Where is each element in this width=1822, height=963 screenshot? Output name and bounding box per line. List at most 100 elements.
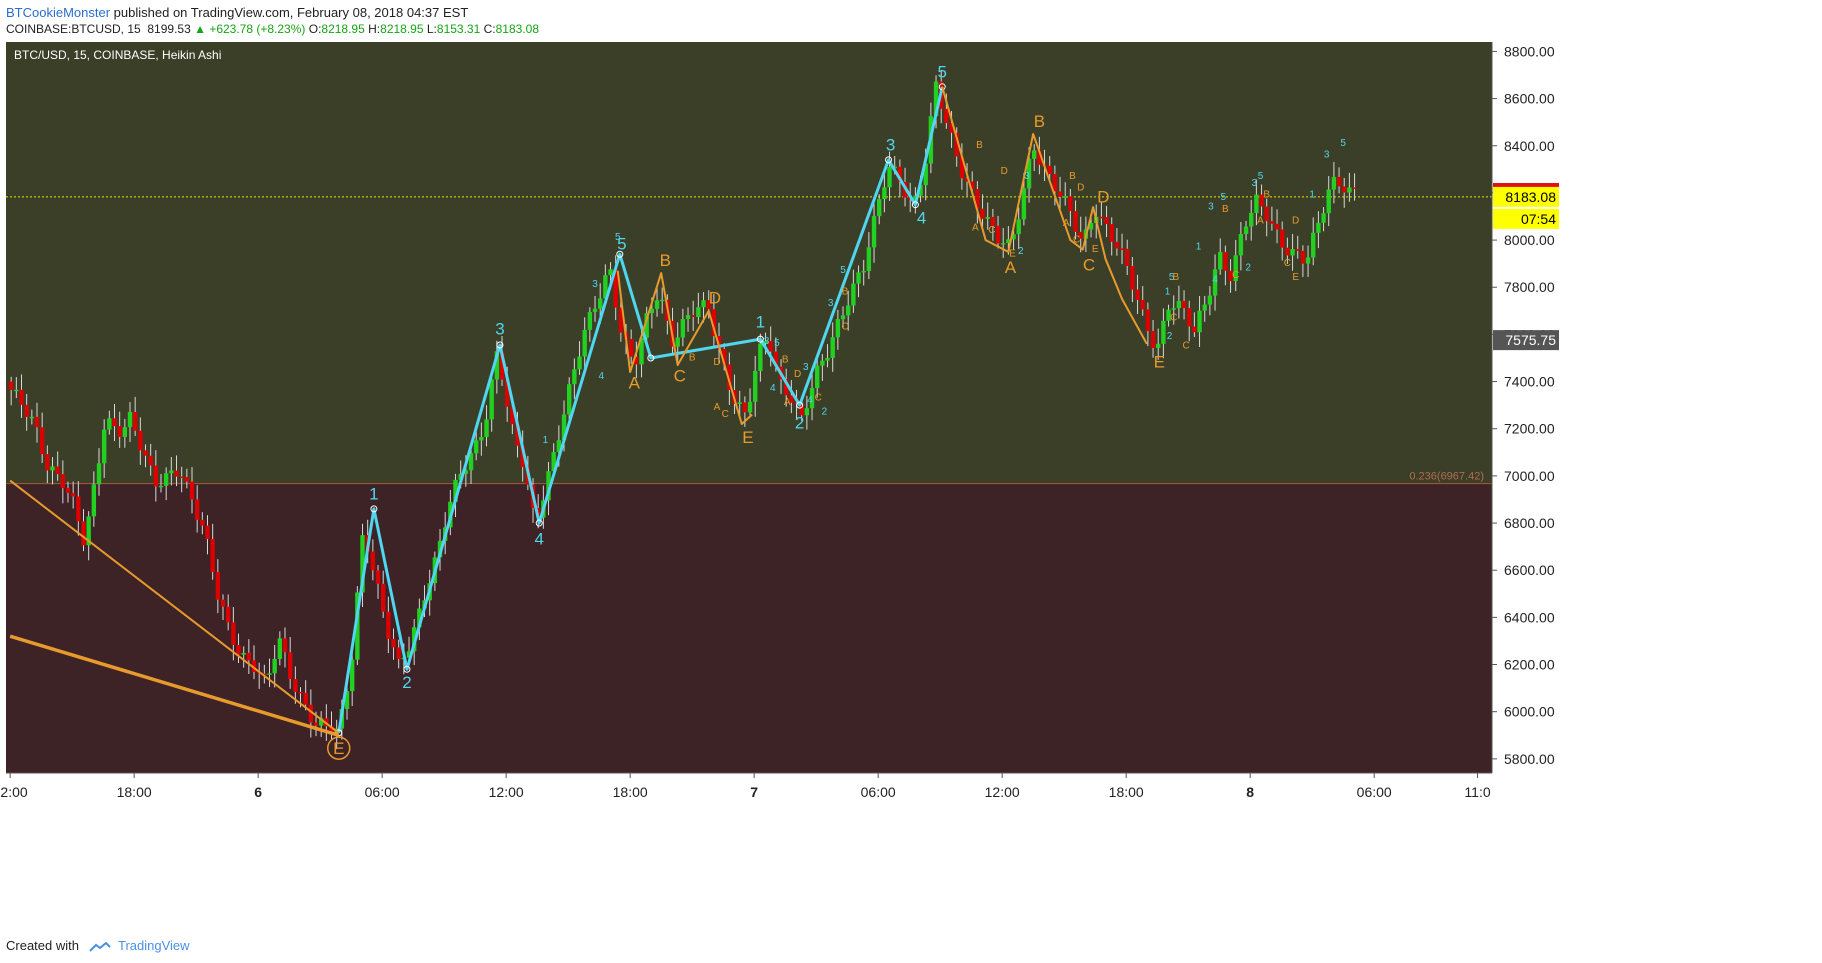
- candle-up: [1161, 320, 1166, 344]
- wave-label: 1: [756, 312, 765, 331]
- candle-up: [1238, 234, 1244, 256]
- wave-label: A: [714, 402, 721, 413]
- wave-label: B: [976, 140, 983, 151]
- candle-up: [675, 337, 680, 347]
- price-change: ▲ +623.78 (+8.23%): [194, 22, 306, 36]
- candle-down: [287, 652, 293, 680]
- candle-down: [1181, 300, 1187, 309]
- candle-down: [313, 722, 319, 726]
- wave-label: 3: [592, 279, 598, 290]
- candle-up: [50, 466, 55, 471]
- candle-down: [1130, 265, 1135, 290]
- candle-up: [871, 216, 877, 248]
- candle-down: [1140, 299, 1145, 310]
- wave-label: C: [674, 367, 686, 386]
- wave-label: B: [842, 286, 849, 297]
- candle-up: [861, 270, 866, 273]
- candle-down: [1223, 251, 1228, 271]
- candle-up: [835, 319, 841, 338]
- candle-down: [70, 492, 76, 497]
- wave-label: 1: [1196, 242, 1202, 253]
- wave-label: 3: [828, 298, 834, 309]
- open-label: O:: [308, 22, 322, 36]
- wave-label: D: [1077, 183, 1084, 194]
- fib-level-label: 0.236(6967.42): [1409, 471, 1484, 483]
- candle-down: [189, 481, 195, 500]
- candle-down: [117, 426, 122, 437]
- wave-label: A: [1005, 258, 1017, 277]
- candle-down: [293, 679, 298, 692]
- candle-down: [184, 477, 190, 482]
- x-tick-label: 06:00: [365, 784, 400, 800]
- candle-up: [127, 411, 133, 428]
- wave-label: 5: [840, 265, 846, 276]
- candle-up: [169, 470, 174, 474]
- candle-up: [241, 652, 246, 655]
- y-tick-label: 8600.00: [1504, 91, 1555, 107]
- candle-up: [473, 440, 479, 454]
- candle-up: [592, 308, 598, 313]
- y-tick-label: 6600.00: [1504, 562, 1555, 578]
- candle-up: [91, 484, 97, 517]
- price-label: 8183.08: [1505, 189, 1556, 205]
- wave-label: 5: [1258, 171, 1264, 182]
- price-chart[interactable]: 0.236(6967.42) 1234512345ABCDEEBADCE1345…: [0, 42, 1822, 938]
- wave-label: 4: [1212, 275, 1218, 286]
- x-tick-label: 12:00: [0, 784, 28, 800]
- candle-down: [1336, 176, 1342, 187]
- tradingview-link[interactable]: TradingView: [118, 938, 190, 953]
- y-tick-label: 7200.00: [1504, 421, 1555, 437]
- candle-down: [153, 465, 159, 487]
- candle-up: [107, 418, 112, 430]
- candle-up: [1171, 308, 1176, 310]
- candle-down: [1280, 229, 1285, 248]
- wave-label: C: [722, 409, 729, 420]
- wave-label: 5: [1221, 192, 1227, 203]
- wave-label: B: [1069, 171, 1076, 182]
- candle-up: [804, 408, 810, 416]
- candle-down: [1114, 241, 1120, 249]
- y-tick-label: 6200.00: [1504, 657, 1555, 673]
- wave-label: D: [713, 357, 720, 368]
- candle-up: [577, 356, 582, 370]
- candle-up: [820, 360, 825, 366]
- wave-label: 3: [1208, 201, 1214, 212]
- wave-label: 4: [770, 383, 776, 394]
- publish-line: BTCookieMonster published on TradingView…: [6, 5, 468, 20]
- candle-down: [1192, 326, 1197, 333]
- candle-up: [654, 300, 660, 309]
- candle-up: [840, 315, 846, 320]
- high-label: H:: [368, 22, 381, 36]
- candle-up: [597, 298, 603, 309]
- candle-up: [985, 216, 990, 219]
- candle-down: [210, 539, 215, 573]
- wave-label: C: [1284, 258, 1291, 269]
- candle-up: [1202, 304, 1207, 311]
- candle-down: [194, 499, 200, 520]
- y-tick-label: 8400.00: [1504, 138, 1555, 154]
- footer: Created with TradingView: [6, 938, 190, 953]
- author-link[interactable]: BTCookieMonster: [6, 5, 110, 20]
- candle-up: [685, 315, 691, 320]
- candle-up: [1032, 150, 1037, 159]
- candle-down: [1057, 191, 1063, 197]
- symbol-text: COINBASE:BTCUSD, 15: [6, 22, 141, 36]
- candle-up: [815, 365, 820, 389]
- wave-label: E: [1154, 352, 1165, 371]
- candle-up: [747, 401, 753, 413]
- y-tick-label: 8800.00: [1504, 43, 1555, 59]
- candle-up: [1290, 249, 1295, 256]
- wave-label: 2: [1245, 263, 1251, 274]
- candle-down: [303, 692, 308, 705]
- wave-label: 2: [1018, 246, 1024, 257]
- candle-up: [1347, 187, 1352, 193]
- candle-up: [1305, 257, 1311, 264]
- candle-up: [846, 305, 851, 316]
- candle-down: [1295, 249, 1300, 251]
- candle-down: [1150, 330, 1156, 348]
- candle-down: [246, 652, 252, 661]
- wave-label: 3: [1024, 171, 1030, 182]
- candle-down: [980, 208, 985, 219]
- wave-label: C: [815, 392, 822, 403]
- candle-up: [851, 283, 856, 306]
